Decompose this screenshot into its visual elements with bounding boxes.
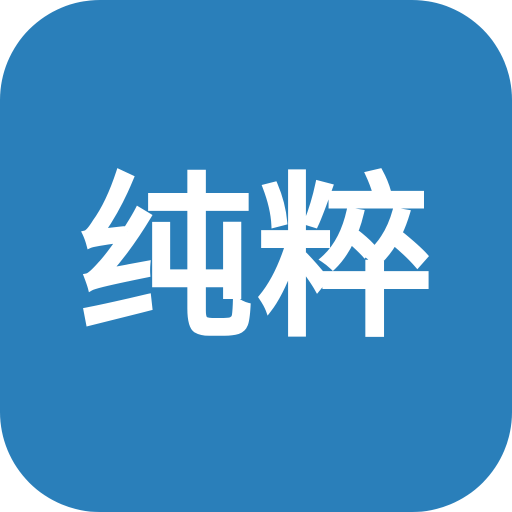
app-icon-label: 纯粹 — [77, 157, 434, 362]
app-icon[interactable]: 纯粹 — [0, 0, 512, 512]
